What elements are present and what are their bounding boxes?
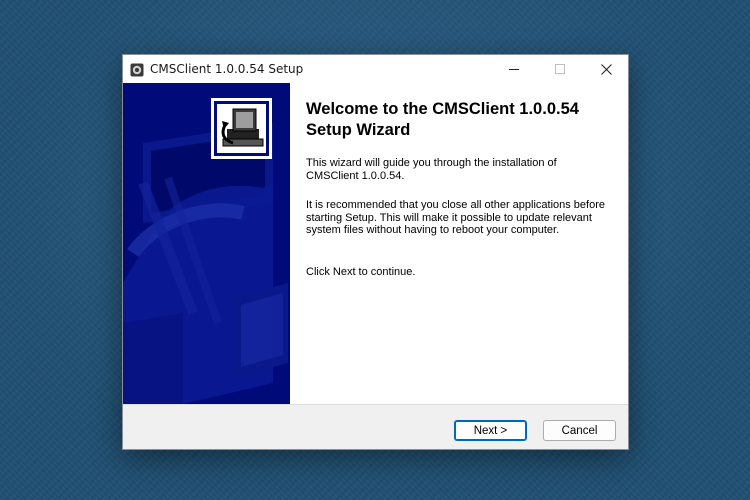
close-icon bbox=[600, 63, 612, 75]
installer-icon bbox=[130, 62, 144, 77]
intro-paragraph: This wizard will guide you through the i… bbox=[306, 157, 557, 182]
next-button[interactable]: Next > bbox=[454, 420, 527, 441]
recommendation-paragraph: It is recommended that you close all oth… bbox=[306, 199, 605, 236]
button-bar: Next > Cancel bbox=[123, 404, 628, 449]
maximize-button[interactable] bbox=[537, 55, 583, 83]
minimize-button[interactable] bbox=[491, 55, 537, 83]
window-title: CMSClient 1.0.0.54 Setup bbox=[150, 62, 304, 76]
title-bar[interactable]: CMSClient 1.0.0.54 Setup bbox=[123, 55, 628, 83]
page-title: Welcome to the CMSClient 1.0.0.54 Setup … bbox=[306, 100, 579, 139]
minimize-icon bbox=[509, 69, 519, 70]
setup-window: CMSClient 1.0.0.54 Setup Welcome to the … bbox=[122, 54, 629, 450]
continue-instruction: Click Next to continue. bbox=[306, 266, 416, 278]
wizard-sidebar-banner bbox=[123, 83, 290, 404]
maximize-icon bbox=[555, 64, 565, 74]
sidebar-artwork bbox=[123, 83, 290, 404]
computer-install-icon bbox=[211, 98, 272, 159]
wizard-content: Welcome to the CMSClient 1.0.0.54 Setup … bbox=[290, 83, 628, 404]
close-button[interactable] bbox=[583, 55, 629, 83]
cancel-button[interactable]: Cancel bbox=[543, 420, 616, 441]
